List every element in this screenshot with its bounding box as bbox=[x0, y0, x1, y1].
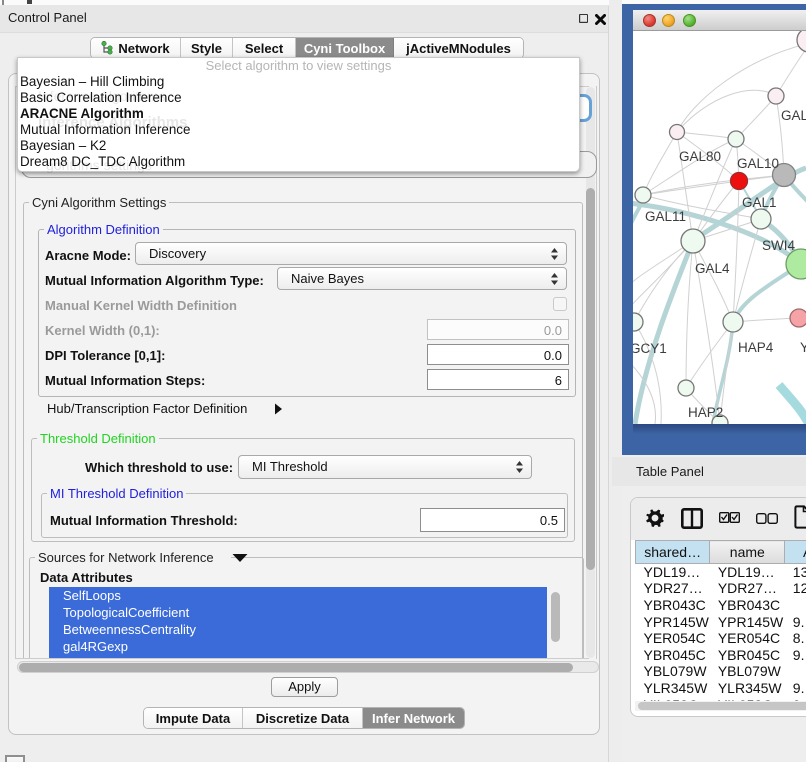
svg-text:GAL4: GAL4 bbox=[695, 261, 730, 276]
svg-text:HAP2: HAP2 bbox=[688, 405, 723, 420]
svg-text:YJ: YJ bbox=[800, 340, 806, 355]
svg-text:GAL11: GAL11 bbox=[645, 209, 686, 224]
svg-text:GAL7: GAL7 bbox=[781, 108, 806, 123]
svg-text:GCY1: GCY1 bbox=[633, 341, 667, 356]
svg-text:GAL80: GAL80 bbox=[679, 149, 721, 164]
svg-text:GAL1: GAL1 bbox=[742, 195, 777, 210]
svg-text:HAP4: HAP4 bbox=[738, 340, 774, 355]
svg-text:GAL10: GAL10 bbox=[737, 156, 779, 171]
svg-text:SWI4: SWI4 bbox=[762, 238, 795, 253]
